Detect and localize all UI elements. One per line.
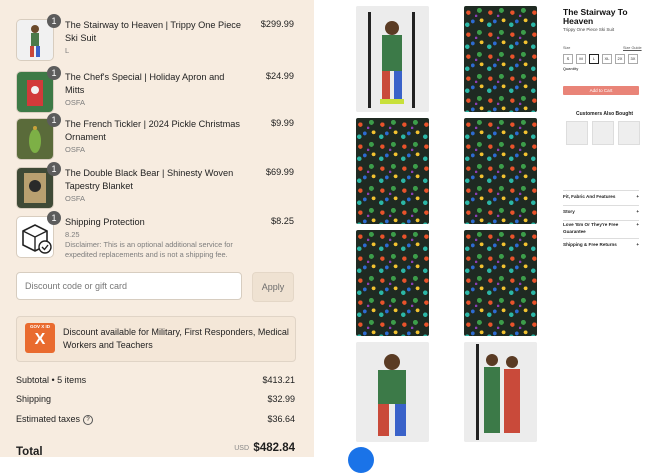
floating-action-button[interactable] xyxy=(348,447,374,473)
cart-item: 1 The Double Black Bear | Shinesty Woven… xyxy=(16,162,298,211)
currency-code: USD xyxy=(234,445,249,452)
size-guide-link[interactable]: Size Guide xyxy=(623,46,642,50)
quantity-badge: 1 xyxy=(47,211,61,225)
product-photo[interactable] xyxy=(464,342,537,442)
discount-row: Apply xyxy=(16,272,296,302)
product-photo[interactable] xyxy=(464,6,537,112)
accordion-label: Story xyxy=(563,209,575,214)
product-photo[interactable] xyxy=(356,118,429,224)
quantity-badge: 1 xyxy=(47,14,61,28)
taxes-value: $36.64 xyxy=(267,414,295,424)
shipping-row: Shipping $32.99 xyxy=(16,394,295,406)
recommended-product[interactable] xyxy=(566,121,588,145)
shipping-disclaimer: Disclaimer: This is an optional addition… xyxy=(65,240,233,259)
subtotal-label: Subtotal • 5 items xyxy=(16,375,87,385)
plus-icon: + xyxy=(636,242,639,247)
govx-logo: GOV X ID X xyxy=(25,323,55,353)
item-name: The Chef's Special | Holiday Apron and M… xyxy=(65,72,225,95)
cart-item: 1 The French Tickler | 2024 Pickle Chris… xyxy=(16,113,298,162)
item-price: $24.99 xyxy=(265,71,294,81)
item-details: The French Tickler | 2024 Pickle Christm… xyxy=(65,118,245,155)
cart-item: 1 The Chef's Special | Holiday Apron and… xyxy=(16,66,298,115)
recommended-product[interactable] xyxy=(592,121,614,145)
accordion-fit-fabric[interactable]: Fit, Fabric And Features + xyxy=(563,190,639,205)
item-name: The French Tickler | 2024 Pickle Christm… xyxy=(65,119,240,142)
item-name: The Stairway to Heaven | Trippy One Piec… xyxy=(65,20,242,43)
item-price: $8.25 xyxy=(271,216,294,226)
plus-icon: + xyxy=(636,194,639,199)
item-details: Shipping Protection 8.25 Disclaimer: Thi… xyxy=(65,216,243,260)
item-variant: L xyxy=(65,46,70,55)
item-variant: 8.25 xyxy=(65,230,80,239)
product-page: The Stairway To Heaven Trippy One Piece … xyxy=(352,0,646,457)
add-to-cart-button[interactable]: Add to Cart xyxy=(563,86,639,95)
item-price: $9.99 xyxy=(271,118,294,128)
accordion-guarantee[interactable]: Love 'Em Or They're Free Guarantee + xyxy=(563,220,639,237)
subtotal-row: Subtotal • 5 items $413.21 xyxy=(16,375,295,387)
shipping-value: $32.99 xyxy=(267,394,295,404)
accordion-label: Fit, Fabric And Features xyxy=(563,194,616,199)
item-price: $69.99 xyxy=(265,167,294,177)
size-option[interactable]: M xyxy=(576,54,586,64)
product-photo[interactable] xyxy=(356,6,429,112)
page-divider xyxy=(314,0,352,457)
shipping-label: Shipping xyxy=(16,394,52,404)
item-variant: OSFA xyxy=(65,98,86,107)
plus-icon: + xyxy=(636,209,639,214)
size-option[interactable]: 2X xyxy=(615,54,625,64)
govx-logo-mark: X xyxy=(34,331,46,348)
discount-code-input[interactable] xyxy=(16,272,242,300)
product-subtitle: Trippy One Piece Ski Suit xyxy=(563,27,615,32)
accordion-story[interactable]: Story + xyxy=(563,205,639,220)
quantity-badge: 1 xyxy=(47,162,61,176)
item-details: The Chef's Special | Holiday Apron and M… xyxy=(65,71,245,108)
subtotal-value: $413.21 xyxy=(262,375,295,385)
govx-discount-banner[interactable]: GOV X ID X Discount available for Milita… xyxy=(16,316,296,362)
size-label: Size xyxy=(563,46,571,50)
quantity-badge: 1 xyxy=(47,66,61,80)
govx-logo-caption: GOV X ID xyxy=(29,324,50,329)
item-details: The Stairway to Heaven | Trippy One Piec… xyxy=(65,19,245,56)
size-option[interactable]: S xyxy=(563,54,573,64)
item-variant: OSFA xyxy=(65,145,86,154)
item-details: The Double Black Bear | Shinesty Woven T… xyxy=(65,167,245,204)
recommended-product[interactable] xyxy=(618,121,640,145)
product-photo[interactable] xyxy=(464,230,537,336)
accordion-shipping-returns[interactable]: Shipping & Free Returns + xyxy=(563,238,639,253)
total-row: Total USD $482.84 xyxy=(16,442,295,457)
product-title: The Stairway To Heaven xyxy=(563,7,628,26)
quantity-label: Quantity xyxy=(563,67,579,71)
cart-item: 1 The Stairway to Heaven | Trippy One Pi… xyxy=(16,14,298,63)
cart-item-shipping-protection: 1 Shipping Protection 8.25 Disclaimer: T… xyxy=(16,211,298,264)
total-value: $482.84 xyxy=(253,442,295,454)
package-check-icon xyxy=(22,224,52,254)
size-option[interactable]: 3X xyxy=(628,54,638,64)
item-variant: OSFA xyxy=(65,194,86,203)
product-photo[interactable] xyxy=(356,342,429,442)
quantity-badge: 1 xyxy=(47,113,61,127)
govx-banner-text: Discount available for Military, First R… xyxy=(63,327,289,350)
taxes-label: Estimated taxes xyxy=(16,414,81,424)
product-photo[interactable] xyxy=(464,118,537,224)
customers-also-bought-heading: Customers Also Bought xyxy=(576,111,634,117)
taxes-row: Estimated taxes? $36.64 xyxy=(16,414,295,426)
apply-discount-button[interactable]: Apply xyxy=(252,272,294,302)
size-option[interactable]: L xyxy=(589,54,599,64)
product-photo[interactable] xyxy=(356,230,429,336)
item-name: Shipping Protection xyxy=(65,217,145,227)
plus-icon: + xyxy=(636,222,639,227)
item-name: The Double Black Bear | Shinesty Woven T… xyxy=(65,168,234,191)
total-label: Total xyxy=(16,446,43,457)
size-option[interactable]: XL xyxy=(602,54,612,64)
accordion-label: Shipping & Free Returns xyxy=(563,242,617,247)
checkout-panel: 1 The Stairway to Heaven | Trippy One Pi… xyxy=(0,0,314,457)
item-price: $299.99 xyxy=(260,19,294,29)
accordion-label: Love 'Em Or They're Free Guarantee xyxy=(563,222,619,234)
info-icon[interactable]: ? xyxy=(83,414,94,425)
